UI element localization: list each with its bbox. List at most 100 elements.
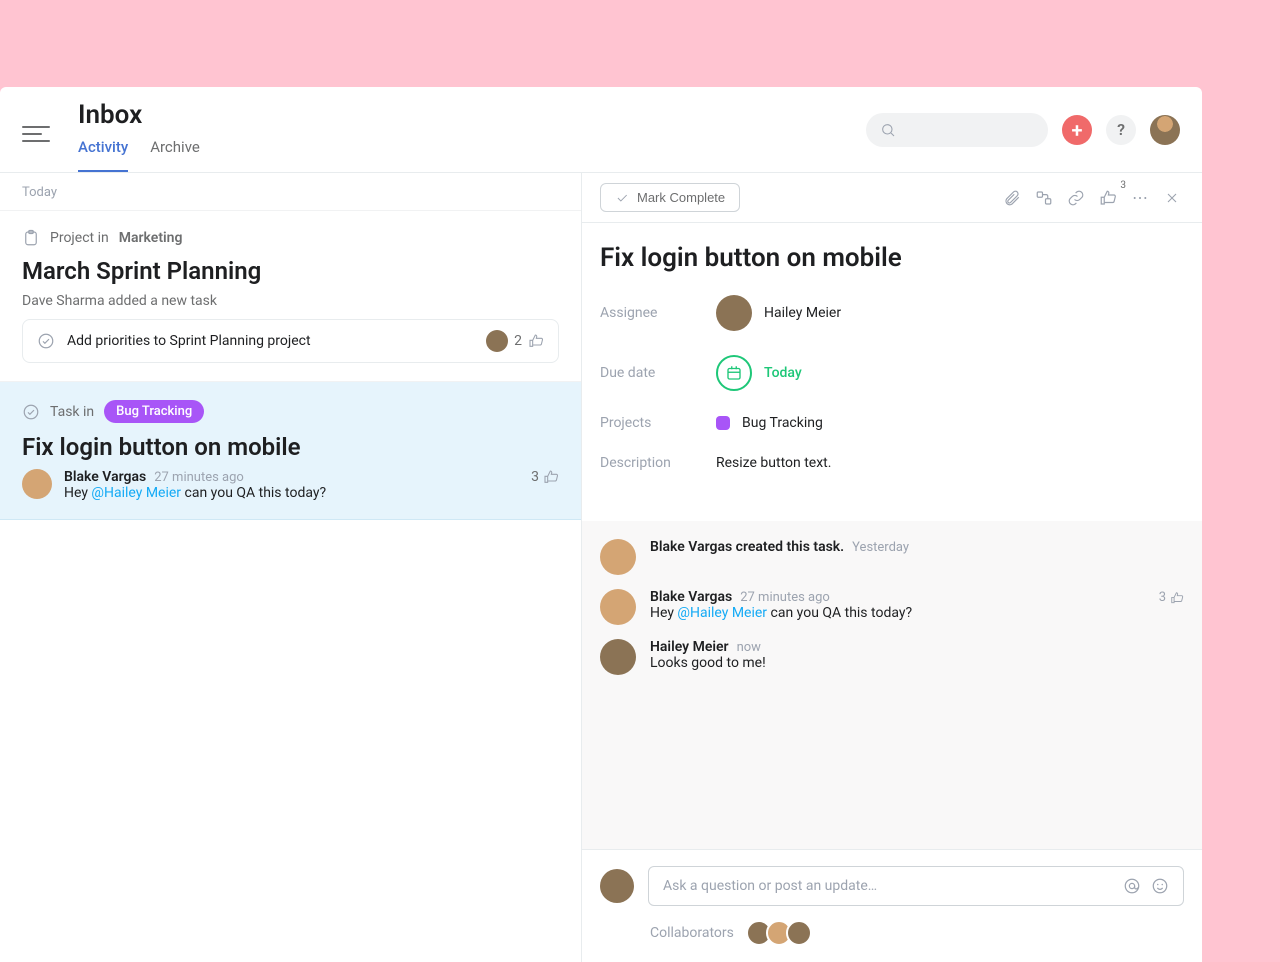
- section-today: Today: [0, 173, 581, 211]
- commenter-name: Blake Vargas: [64, 469, 146, 485]
- activity-entry: Blake Vargas 27 minutes ago 3 Hey @Haile…: [600, 589, 1184, 625]
- at-mention-icon[interactable]: [1123, 877, 1141, 895]
- commenter-avatar: [22, 469, 52, 499]
- like-count: 3: [1159, 590, 1166, 605]
- link-icon[interactable]: [1064, 186, 1088, 210]
- header-actions: + ?: [866, 113, 1180, 147]
- activity-author: Blake Vargas: [650, 589, 732, 605]
- task-title[interactable]: Fix login button on mobile: [600, 243, 1184, 273]
- header: Inbox Activity Archive + ?: [0, 87, 1202, 173]
- check-circle-icon: [37, 332, 55, 350]
- projects-value[interactable]: Bug Tracking: [716, 415, 823, 431]
- like-button[interactable]: 3: [1096, 186, 1120, 210]
- task-main: Fix login button on mobile Assignee Hail…: [582, 223, 1202, 521]
- thumbs-up-icon: [543, 469, 559, 485]
- activity-time: now: [737, 640, 761, 655]
- activity-comment: Hey @Hailey Meier can you QA this today?: [650, 605, 1184, 621]
- attachment-icon[interactable]: [1000, 186, 1024, 210]
- check-circle-icon: [22, 403, 40, 421]
- project-pill: Bug Tracking: [104, 400, 204, 423]
- activity-entry: Blake Vargas created this task. Yesterda…: [600, 539, 1184, 575]
- field-due-date: Due date Today: [600, 355, 1184, 391]
- card-meta: Task in Bug Tracking: [22, 400, 559, 423]
- description-label: Description: [600, 455, 716, 471]
- project-color-dot: [716, 416, 730, 430]
- close-icon[interactable]: [1160, 186, 1184, 210]
- activity-entry: Hailey Meier now Looks good to me!: [600, 639, 1184, 675]
- assignee-avatar-small: [486, 330, 508, 352]
- inbox-card-project[interactable]: Project in Marketing March Sprint Planni…: [0, 211, 581, 382]
- collaborator-avatars[interactable]: [746, 920, 812, 946]
- mention[interactable]: @Hailey Meier: [677, 605, 767, 621]
- inbox-list: Today Project in Marketing March Sprint …: [0, 173, 582, 962]
- inbox-card-task[interactable]: Task in Bug Tracking Fix login button on…: [0, 382, 581, 520]
- composer-area: Ask a question or post an update… Collab…: [582, 849, 1202, 962]
- clipboard-icon: [22, 229, 40, 247]
- card-title: Fix login button on mobile: [22, 433, 559, 461]
- collaborators-label: Collaborators: [650, 925, 734, 941]
- meta-prefix: Task in: [50, 404, 94, 420]
- activity-stream: Blake Vargas created this task. Yesterda…: [582, 521, 1202, 849]
- comment-time: 27 minutes ago: [154, 470, 244, 485]
- activity-likes[interactable]: 3: [1159, 590, 1184, 605]
- comment-text: Hey @Hailey Meier can you QA this today?: [64, 485, 559, 501]
- activity-text: Blake Vargas created this task.: [650, 539, 844, 555]
- header-tabs: Activity Archive: [78, 138, 200, 172]
- activity-comment: Looks good to me!: [650, 655, 1184, 671]
- page-title: Inbox: [78, 100, 200, 130]
- user-avatar[interactable]: [1150, 115, 1180, 145]
- more-icon[interactable]: ⋯: [1128, 186, 1152, 210]
- assignee-avatar: [716, 295, 752, 331]
- projects-label: Projects: [600, 415, 716, 431]
- card-meta: Project in Marketing: [22, 229, 559, 247]
- activity-author: Hailey Meier: [650, 639, 729, 655]
- like-count: 3: [1120, 180, 1126, 191]
- thumbs-up-icon[interactable]: [528, 333, 544, 349]
- task-chip-right: 2: [486, 330, 544, 352]
- activity-avatar: [600, 589, 636, 625]
- description-value[interactable]: Resize button text.: [716, 455, 831, 471]
- assignee-value[interactable]: Hailey Meier: [716, 295, 841, 331]
- task-chip-label: Add priorities to Sprint Planning projec…: [67, 333, 311, 349]
- tab-activity[interactable]: Activity: [78, 138, 128, 172]
- activity-time: Yesterday: [852, 540, 909, 555]
- card-subtitle: Dave Sharma added a new task: [22, 293, 559, 309]
- comment-input[interactable]: Ask a question or post an update…: [648, 866, 1184, 906]
- field-description: Description Resize button text.: [600, 455, 1184, 471]
- activity-avatar: [600, 639, 636, 675]
- mention[interactable]: @Hailey Meier: [91, 485, 181, 501]
- emoji-icon[interactable]: [1151, 877, 1169, 895]
- activity-avatar: [600, 539, 636, 575]
- activity-time: 27 minutes ago: [740, 590, 830, 605]
- add-button[interactable]: +: [1062, 115, 1092, 145]
- menu-icon[interactable]: [22, 120, 50, 148]
- comment-preview: Blake Vargas 27 minutes ago 3 Hey @Haile…: [22, 469, 559, 501]
- like-count: 3: [531, 469, 539, 485]
- task-chip[interactable]: Add priorities to Sprint Planning projec…: [22, 319, 559, 363]
- field-assignee: Assignee Hailey Meier: [600, 295, 1184, 331]
- body: Today Project in Marketing March Sprint …: [0, 173, 1202, 962]
- thumbs-up-icon: [1099, 189, 1117, 207]
- field-projects: Projects Bug Tracking: [600, 415, 1184, 431]
- collaborators: Collaborators: [600, 906, 1184, 946]
- tab-archive[interactable]: Archive: [150, 138, 200, 172]
- composer: Ask a question or post an update…: [600, 866, 1184, 906]
- header-main: Inbox Activity Archive: [78, 100, 200, 172]
- meta-project: Marketing: [119, 230, 183, 246]
- card-title: March Sprint Planning: [22, 257, 559, 285]
- due-date-value[interactable]: Today: [716, 355, 802, 391]
- task-like-count: 2: [514, 333, 522, 349]
- search-input[interactable]: [866, 113, 1048, 147]
- assignee-label: Assignee: [600, 305, 716, 321]
- comment-likes[interactable]: 3: [531, 469, 559, 485]
- check-icon: [615, 191, 629, 205]
- mark-complete-button[interactable]: Mark Complete: [600, 183, 740, 212]
- help-button[interactable]: ?: [1106, 115, 1136, 145]
- calendar-icon: [716, 355, 752, 391]
- composer-avatar: [600, 869, 634, 903]
- subtask-icon[interactable]: [1032, 186, 1056, 210]
- search-icon: [880, 122, 896, 138]
- thumbs-up-icon: [1170, 591, 1184, 605]
- collaborator-avatar: [786, 920, 812, 946]
- comment-placeholder: Ask a question or post an update…: [663, 878, 877, 894]
